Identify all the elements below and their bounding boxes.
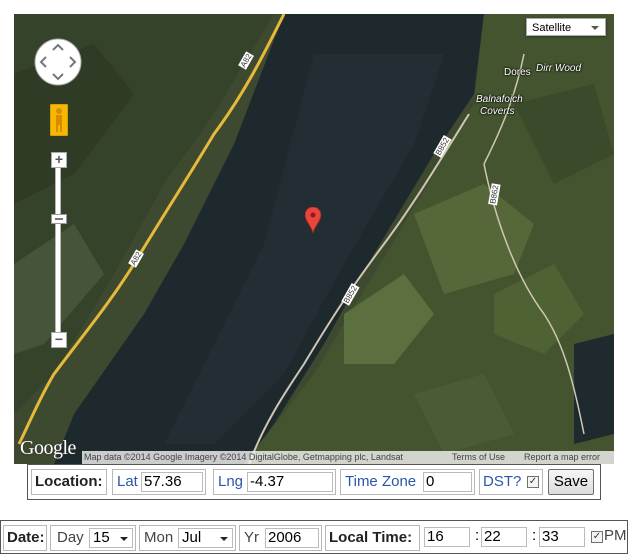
map-type-label: Satellite: [532, 22, 572, 34]
report-map-error-link[interactable]: Report a map error: [524, 451, 600, 464]
terms-of-use-link[interactable]: Terms of Use: [452, 451, 505, 464]
zoom-slider-handle[interactable]: [51, 214, 67, 224]
year-label: Yr: [244, 529, 259, 546]
year-cell: Yr 2006: [239, 525, 322, 551]
minute-input[interactable]: 22: [481, 527, 527, 547]
chevron-down-icon: [120, 537, 128, 541]
month-label: Mon: [144, 529, 174, 546]
location-form: Location: Lat 57.36 Lng -4.37 Time Zone …: [27, 464, 601, 500]
day-cell: Day 15: [50, 525, 136, 551]
place-label-dores: Dores: [504, 67, 531, 78]
dst-cell: DST? ✓: [479, 469, 543, 495]
lng-cell: Lng -4.37: [213, 469, 336, 495]
save-button[interactable]: Save: [548, 469, 594, 495]
time-separator: :: [475, 527, 480, 544]
datetime-form: Date: Day 15 Mon Jul Yr 2006 Local Time:…: [0, 520, 628, 554]
place-label-coverts: Coverts: [480, 106, 515, 117]
local-time-label: Local Time:: [329, 529, 413, 546]
date-label: Date:: [7, 529, 45, 546]
day-value: 15: [93, 529, 110, 546]
place-label-dirr-wood: Dirr Wood: [536, 63, 582, 74]
month-value: Jul: [182, 529, 202, 546]
lat-cell: Lat 57.36: [112, 469, 206, 495]
pegman-icon[interactable]: [49, 103, 69, 137]
month-select[interactable]: Jul: [178, 528, 233, 548]
map-view[interactable]: Satellite + − Dores Dirr Wood Balnafoich…: [14, 14, 614, 464]
pan-arrows-icon: [34, 38, 82, 86]
lat-input[interactable]: 57.36: [141, 472, 203, 492]
day-label: Day: [57, 529, 84, 546]
zoom-slider-track[interactable]: [55, 160, 61, 344]
day-select[interactable]: 15: [89, 528, 133, 548]
attribution-text: Map data ©2014 Google Imagery ©2014 Digi…: [84, 452, 403, 462]
timezone-label: Time Zone: [345, 473, 417, 490]
map-attribution: Map data ©2014 Google Imagery ©2014 Digi…: [82, 451, 614, 464]
zoom-out-button[interactable]: −: [51, 332, 67, 348]
place-label-balnafoich: Balnafoich: [476, 94, 523, 105]
dst-label: DST?: [483, 473, 522, 490]
lng-label: Lng: [218, 473, 244, 490]
location-label: Location:: [35, 473, 103, 490]
year-input[interactable]: 2006: [265, 528, 319, 548]
chevron-down-icon: [591, 26, 599, 30]
second-input[interactable]: 33: [539, 527, 585, 547]
timezone-input[interactable]: 0: [423, 472, 472, 492]
hour-input[interactable]: 16: [424, 527, 470, 547]
pm-label: PM: [604, 527, 627, 544]
time-separator: :: [532, 527, 537, 544]
location-label-cell: Location:: [31, 469, 107, 495]
pm-checkbox[interactable]: ✓: [591, 531, 603, 543]
timezone-cell: Time Zone 0: [340, 469, 475, 495]
month-cell: Mon Jul: [139, 525, 236, 551]
chevron-down-icon: [220, 537, 228, 541]
lng-input[interactable]: -4.37: [247, 472, 333, 492]
pan-control[interactable]: [34, 38, 82, 86]
dst-checkbox[interactable]: ✓: [527, 476, 539, 488]
lat-label: Lat: [117, 473, 138, 490]
satellite-imagery: [14, 14, 614, 464]
map-type-dropdown[interactable]: Satellite: [526, 18, 606, 36]
date-label-cell: Date:: [3, 525, 47, 551]
local-time-label-cell: Local Time:: [325, 525, 420, 551]
zoom-in-button[interactable]: +: [51, 152, 67, 168]
google-logo: Google: [20, 437, 76, 459]
location-marker-icon[interactable]: [304, 206, 322, 234]
